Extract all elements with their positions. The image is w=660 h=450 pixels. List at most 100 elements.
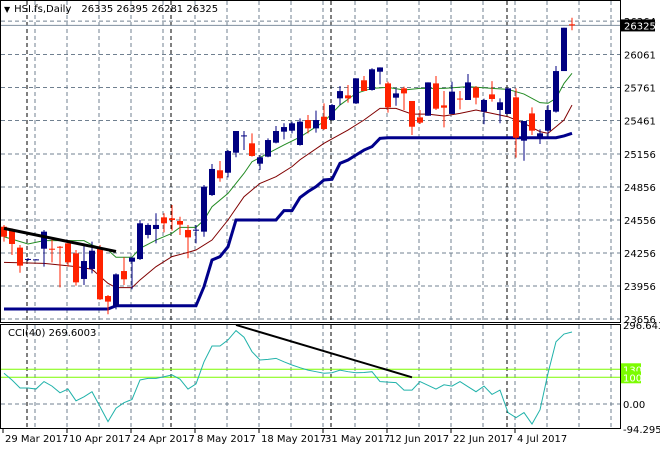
candle xyxy=(449,81,455,114)
candle-body xyxy=(385,83,391,108)
candle xyxy=(145,223,151,239)
candle xyxy=(241,131,247,151)
candle xyxy=(81,243,87,286)
candle xyxy=(441,90,447,128)
candle-body xyxy=(377,67,383,72)
trading-chart[interactable]: 2636426061257612546125156248562455624256… xyxy=(0,0,660,450)
price-axis-label: 24556 xyxy=(624,216,656,227)
candle xyxy=(113,273,119,310)
ohlc-readout: 26335 26395 26281 26325 xyxy=(81,4,219,15)
candle xyxy=(25,258,31,261)
candle xyxy=(553,66,559,113)
candle-body xyxy=(457,98,463,100)
candle-body xyxy=(305,120,311,129)
candle-body xyxy=(521,121,527,141)
candle xyxy=(457,90,463,110)
time-axis-label: 8 May 2017 xyxy=(197,434,256,445)
candle-body xyxy=(433,83,439,109)
candle-body xyxy=(169,218,175,220)
candle-body xyxy=(161,217,167,224)
candle xyxy=(409,100,415,135)
candle xyxy=(513,88,519,158)
candle xyxy=(433,76,439,110)
time-axis-label: 10 Apr 2017 xyxy=(69,434,131,445)
candle xyxy=(489,81,495,102)
candle-body xyxy=(49,248,55,250)
candle-body xyxy=(529,113,535,131)
candle-body xyxy=(9,230,15,244)
candle-body xyxy=(121,271,127,280)
candle-body xyxy=(401,88,407,94)
candle-body xyxy=(505,88,511,114)
candle xyxy=(313,110,319,133)
candle-body xyxy=(497,102,503,110)
candle xyxy=(281,123,287,140)
candle xyxy=(57,245,63,288)
candle xyxy=(209,164,215,197)
candle-body xyxy=(481,99,487,112)
candle xyxy=(17,244,23,273)
price-axis-label: 25761 xyxy=(624,83,656,94)
time-axis-label: 29 Mar 2017 xyxy=(5,434,68,445)
candle xyxy=(233,131,239,158)
candle-body xyxy=(113,274,119,307)
candle-body xyxy=(465,82,471,100)
candle-body xyxy=(57,246,63,248)
candle xyxy=(401,86,407,110)
candle xyxy=(297,118,303,146)
cci-axis-label: 296.6436 xyxy=(623,321,660,332)
candle-body xyxy=(281,127,287,132)
candle-body xyxy=(265,140,271,157)
candle xyxy=(129,257,135,290)
candle-body xyxy=(449,91,455,114)
candle-body xyxy=(233,131,239,153)
candle-body xyxy=(241,135,247,137)
candle xyxy=(65,240,71,267)
candle xyxy=(273,126,279,144)
candle-body xyxy=(361,80,367,91)
candle xyxy=(249,133,255,157)
candle-body xyxy=(65,243,71,263)
candle-body xyxy=(313,120,319,129)
candle xyxy=(225,150,231,178)
cci-axis-label: 0.00 xyxy=(623,400,645,411)
candle-body xyxy=(393,93,399,98)
candle xyxy=(337,86,343,106)
candle-body xyxy=(81,261,87,279)
candle-body xyxy=(25,258,31,260)
candle xyxy=(177,216,183,235)
symbol-label: HSI.fs,Daily xyxy=(14,4,72,15)
cci-level-label: 100 xyxy=(623,373,642,384)
dropdown-triangle-icon[interactable]: ▼ xyxy=(4,5,10,14)
candle xyxy=(329,104,335,121)
candle xyxy=(473,86,479,105)
candle-body xyxy=(297,121,303,145)
price-axis-label: 24256 xyxy=(624,249,656,260)
candle xyxy=(505,88,511,114)
candle-body xyxy=(425,82,431,116)
candle-body xyxy=(217,170,223,179)
chart-header: ▼ HSI.fs,Daily 26335 26395 26281 26325 xyxy=(4,4,218,15)
time-axis-label: 18 May 2017 xyxy=(261,434,326,445)
candle xyxy=(97,244,103,300)
candle xyxy=(289,121,295,134)
candle-body xyxy=(321,116,327,130)
candle xyxy=(561,27,567,72)
candle xyxy=(169,205,175,231)
price-axis-label: 25461 xyxy=(624,116,656,127)
candle-body xyxy=(537,133,543,138)
candle-body xyxy=(489,94,495,99)
channel-line xyxy=(4,131,573,311)
price-axis-label: 24856 xyxy=(624,183,656,194)
candle xyxy=(217,161,223,182)
candle-body xyxy=(409,100,415,127)
candle-body xyxy=(249,143,255,156)
current-price-label: 26325 xyxy=(624,21,656,32)
candle xyxy=(369,68,375,91)
candle-body xyxy=(273,131,279,143)
candle-body xyxy=(201,186,207,232)
candle xyxy=(521,121,527,161)
candle xyxy=(49,238,55,263)
candle-body xyxy=(257,157,263,164)
candle xyxy=(265,138,271,158)
